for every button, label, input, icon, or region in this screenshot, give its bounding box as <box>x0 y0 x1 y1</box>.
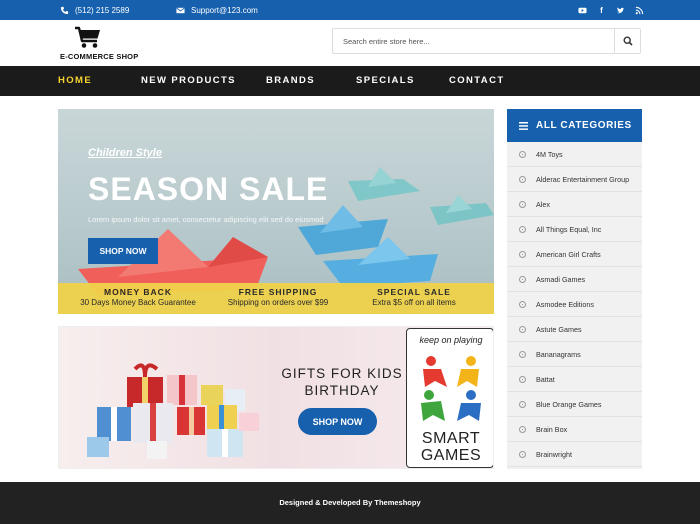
site-footer: Designed & Developed By Themeshopy <box>0 482 700 524</box>
shopping-cart-icon <box>75 26 100 48</box>
search-bar <box>332 28 641 54</box>
feature-subtitle: Shipping on orders over $99 <box>227 298 329 307</box>
category-label: Asmadi Games <box>536 275 586 284</box>
gifts-title-line1: GIFTS FOR KIDS <box>281 366 403 381</box>
category-item[interactable]: American Girl Crafts <box>507 242 642 267</box>
gifts-shop-now-button[interactable]: SHOP NOW <box>298 408 377 435</box>
category-list: 4M Toys Alderac Entertainment Group Alex… <box>507 142 642 467</box>
category-label: 4M Toys <box>536 150 563 159</box>
gifts-title-line2: BIRTHDAY <box>304 383 380 398</box>
search-button[interactable] <box>614 29 640 53</box>
categories-title: ALL CATEGORIES <box>536 120 632 131</box>
logo-text: E-COMMERCE SHOP <box>60 52 139 61</box>
bullet-icon <box>519 251 526 258</box>
banner-subtitle: Children Style <box>88 147 162 159</box>
nav-home[interactable]: HOME <box>58 66 92 96</box>
email-address: Support@123.com <box>191 5 258 15</box>
category-label: Bananagrams <box>536 350 581 359</box>
bullet-icon <box>519 351 526 358</box>
banner-shop-now-button[interactable]: SHOP NOW <box>88 238 158 264</box>
bullet-icon <box>519 151 526 158</box>
main-navigation: HOME NEW PRODUCTS BRANDS SPECIALS CONTAC… <box>0 66 700 96</box>
bullet-icon <box>519 276 526 283</box>
gifts-title: GIFTS FOR KIDS BIRTHDAY <box>277 365 407 399</box>
top-bar: (512) 215 2589 Support@123.com f <box>0 0 700 20</box>
category-item[interactable]: Blue Orange Games <box>507 392 642 417</box>
feature-title: MONEY BACK <box>104 287 172 297</box>
category-label: Asmodee Editions <box>536 300 594 309</box>
bullet-icon <box>519 376 526 383</box>
bullet-icon <box>519 451 526 458</box>
category-item[interactable]: Alderac Entertainment Group <box>507 167 642 192</box>
category-label: Brainwright <box>536 450 572 459</box>
feature-special-sale: SPECIAL SALE Extra $5 off on all items <box>354 287 474 307</box>
category-item[interactable]: Asmadi Games <box>507 267 642 292</box>
feature-subtitle: Extra $5 off on all items <box>372 298 456 307</box>
feature-title: SPECIAL SALE <box>377 287 451 297</box>
site-header: E-COMMERCE SHOP <box>0 20 700 66</box>
feature-subtitle: 30 Days Money Back Guarantee <box>80 298 196 307</box>
logo-line1: SMART <box>421 430 481 447</box>
feature-title: FREE SHIPPING <box>238 287 318 297</box>
bullet-icon <box>519 226 526 233</box>
social-links: f <box>578 0 644 20</box>
feature-money-back: MONEY BACK 30 Days Money Back Guarantee <box>78 287 198 307</box>
envelope-icon <box>176 6 185 13</box>
category-item[interactable]: Bananagrams <box>507 342 642 367</box>
categories-header[interactable]: ALL CATEGORIES <box>507 109 642 142</box>
logo-line2: GAMES <box>420 447 482 464</box>
gift-boxes-illustration <box>87 363 259 459</box>
twitter-icon[interactable] <box>616 6 625 15</box>
feature-strip: MONEY BACK 30 Days Money Back Guarantee … <box>58 283 494 314</box>
bullet-icon <box>519 326 526 333</box>
category-item[interactable]: Astute Games <box>507 317 642 342</box>
category-item[interactable]: Battat <box>507 367 642 392</box>
menu-icon <box>519 121 528 130</box>
bullet-icon <box>519 426 526 433</box>
nav-contact[interactable]: CONTACT <box>449 66 505 96</box>
search-input[interactable] <box>333 29 615 53</box>
bullet-icon <box>519 301 526 308</box>
phone-contact[interactable]: (512) 215 2589 <box>60 0 129 20</box>
category-label: Astute Games <box>536 325 582 334</box>
banner-text: Lorem ipsum dolor sit amet, consectetur … <box>88 215 324 224</box>
categories-sidebar: ALL CATEGORIES 4M Toys Alderac Entertain… <box>507 109 642 469</box>
bullet-icon <box>519 201 526 208</box>
category-label: Alex <box>536 200 550 209</box>
bullet-icon <box>519 176 526 183</box>
season-sale-banner[interactable]: Children Style SEASON SALE Lorem ipsum d… <box>58 109 494 314</box>
smart-games-figures-icon <box>421 356 481 421</box>
category-item[interactable]: 4M Toys <box>507 142 642 167</box>
phone-icon <box>60 6 69 14</box>
nav-new-products[interactable]: NEW PRODUCTS <box>141 66 236 96</box>
category-item[interactable]: All Things Equal, Inc <box>507 217 642 242</box>
logo-tagline: keep on playing <box>419 335 483 345</box>
category-label: Brain Box <box>536 425 568 434</box>
email-contact[interactable]: Support@123.com <box>176 0 258 20</box>
category-item[interactable]: Brainwright <box>507 442 642 467</box>
nav-brands[interactable]: BRANDS <box>266 66 315 96</box>
feature-free-shipping: FREE SHIPPING Shipping on orders over $9… <box>218 287 338 307</box>
youtube-icon[interactable] <box>578 6 587 15</box>
banner-title: SEASON SALE <box>88 171 329 207</box>
bullet-icon <box>519 401 526 408</box>
rss-icon[interactable] <box>635 6 644 15</box>
phone-number: (512) 215 2589 <box>75 5 130 15</box>
category-label: Blue Orange Games <box>536 400 602 409</box>
category-item[interactable]: Asmodee Editions <box>507 292 642 317</box>
gifts-banner[interactable]: GIFTS FOR KIDS BIRTHDAY SHOP NOW keep on… <box>58 326 494 469</box>
category-item[interactable]: Brain Box <box>507 417 642 442</box>
facebook-icon[interactable]: f <box>597 6 606 15</box>
category-label: American Girl Crafts <box>536 250 601 259</box>
site-logo[interactable]: E-COMMERCE SHOP <box>60 26 140 62</box>
category-label: Alderac Entertainment Group <box>536 175 630 184</box>
category-label: Battat <box>536 375 555 384</box>
nav-specials[interactable]: SPECIALS <box>356 66 415 96</box>
search-icon <box>622 36 633 46</box>
smart-games-logo[interactable]: keep on playing SMART GAMES <box>406 328 493 468</box>
category-label: All Things Equal, Inc <box>536 225 602 234</box>
category-item[interactable]: Alex <box>507 192 642 217</box>
